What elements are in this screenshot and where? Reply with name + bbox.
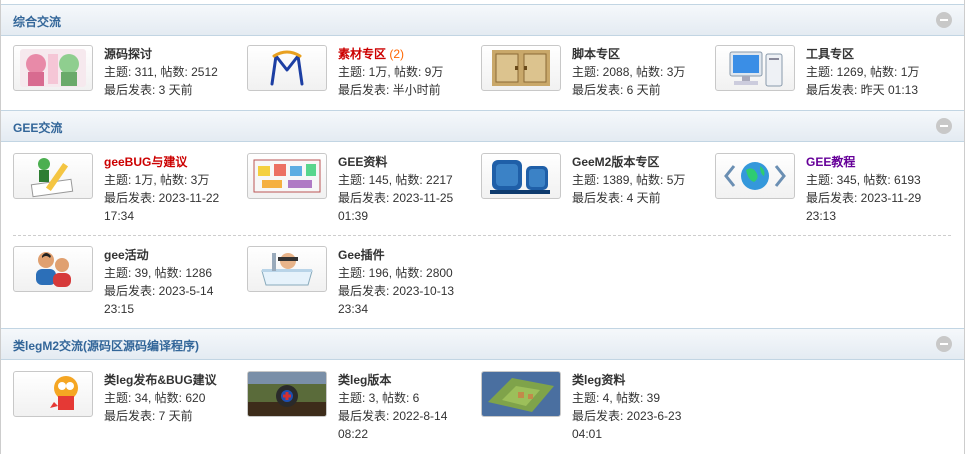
forum-item: GEE资料 主题: 145, 帖数: 2217 最后发表: 2023-11-25… [235, 153, 465, 231]
users-thumbnail[interactable] [13, 246, 93, 292]
forum-stats: 主题: 39, 帖数: 1286 [104, 266, 213, 280]
last-post-time-clock: 04:01 [572, 427, 603, 441]
forum-item: GEE教程 主题: 345, 帖数: 6193 最后发表: 2023-11-29… [703, 153, 933, 231]
forum-stats: 主题: 1389, 帖数: 5万 [572, 173, 686, 187]
forum-stats: 主题: 311, 帖数: 2512 [104, 65, 218, 79]
forum-stats: 主题: 2088, 帖数: 3万 [572, 65, 686, 79]
last-post-time[interactable]: 最后发表: 2023-10-13 [338, 282, 454, 300]
forum-stats: 主题: 3, 帖数: 6 [338, 391, 420, 405]
forum-stats: 主题: 1万, 帖数: 9万 [338, 65, 444, 79]
forum-stats: 主题: 1269, 帖数: 1万 [806, 65, 920, 79]
last-post-time[interactable]: 最后发表: 2023-11-22 [104, 189, 219, 207]
forum-item: GeeM2版本专区 主题: 1389, 帖数: 5万 最后发表: 4 天前 [469, 153, 699, 231]
forum-item: 类leg版本 主题: 3, 帖数: 6 最后发表: 2022-8-14 08:2… [235, 371, 465, 449]
collapse-icon[interactable] [936, 336, 952, 352]
last-post-time-clock: 23:13 [806, 209, 837, 223]
computer-thumbnail[interactable] [715, 45, 795, 91]
category-title[interactable]: 综合交流 [13, 13, 61, 30]
last-post-time[interactable]: 最后发表: 4 天前 [572, 189, 685, 207]
forum-name-link[interactable]: GEE资料 [338, 155, 387, 169]
forum-stats: 主题: 145, 帖数: 2217 [338, 173, 453, 187]
last-post-time[interactable]: 最后发表: 2023-6-23 [572, 407, 681, 425]
last-post-time-clock: 23:34 [338, 302, 369, 316]
forum-stats: 主题: 4, 帖数: 39 [572, 391, 661, 405]
forum-name-link[interactable]: GEE教程 [806, 155, 855, 169]
last-post-time[interactable]: 最后发表: 2022-8-14 [338, 407, 447, 425]
forum-name-link[interactable]: 工具专区 [806, 47, 854, 61]
last-post-time[interactable]: 最后发表: 半小时前 [338, 81, 443, 99]
anime-girls-thumbnail[interactable] [13, 45, 93, 91]
last-post-time-clock: 01:39 [338, 209, 369, 223]
last-post-time[interactable]: 最后发表: 昨天 01:13 [806, 81, 919, 99]
last-post-time[interactable]: 最后发表: 2023-11-29 [806, 189, 921, 207]
last-post-time-clock: 08:22 [338, 427, 369, 441]
forum-board: 综合交流 源码探讨 主题: 311, 帖数: 2512 最后发表: 3 天前 素… [0, 0, 965, 454]
category-header-leg: 类legM2交流(源码区源码编译程序) [1, 328, 964, 360]
forum-name-link[interactable]: 类leg发布&BUG建议 [104, 373, 217, 387]
forum-item: gee活动 主题: 39, 帖数: 1286 最后发表: 2023-5-14 2… [1, 246, 231, 324]
last-post-time[interactable]: 最后发表: 6 天前 [572, 81, 685, 99]
last-post-time[interactable]: 最后发表: 2023-11-25 [338, 189, 453, 207]
category-title[interactable]: 类legM2交流(源码区源码编译程序) [13, 337, 199, 354]
forum-item: Gee插件 主题: 196, 帖数: 2800 最后发表: 2023-10-13… [235, 246, 465, 324]
globe-code-thumbnail[interactable] [715, 153, 795, 199]
row-divider [13, 235, 951, 236]
forum-item: geeBUG与建议 主题: 1万, 帖数: 3万 最后发表: 2023-11-2… [1, 153, 231, 231]
last-post-time[interactable]: 最后发表: 2023-5-14 [104, 282, 213, 300]
cabinet-thumbnail[interactable] [481, 45, 561, 91]
forum-stats: 主题: 345, 帖数: 6193 [806, 173, 921, 187]
collapse-icon[interactable] [936, 118, 952, 134]
bathtub-thumbnail[interactable] [247, 246, 327, 292]
game-map-thumbnail[interactable] [481, 371, 561, 417]
forum-stats: 主题: 1万, 帖数: 3万 [104, 173, 210, 187]
last-post-time-clock: 17:34 [104, 209, 135, 223]
last-post-time[interactable]: 最后发表: 7 天前 [104, 407, 217, 425]
forum-item: 类leg发布&BUG建议 主题: 34, 帖数: 620 最后发表: 7 天前 [1, 371, 231, 449]
collapse-icon[interactable] [936, 12, 952, 28]
category-title[interactable]: GEE交流 [13, 119, 62, 136]
forum-name-link[interactable]: geeBUG与建议 [104, 155, 187, 169]
forum-stats: 主题: 34, 帖数: 620 [104, 391, 206, 405]
today-post-count: (2) [389, 47, 405, 61]
m-logo-thumbnail[interactable] [247, 45, 327, 91]
forum-name-link[interactable]: 脚本专区 [572, 47, 620, 61]
category-header-gee: GEE交流 [1, 110, 964, 142]
forum-name-link[interactable]: gee活动 [104, 248, 149, 262]
last-post-time-clock: 23:15 [104, 302, 135, 316]
forum-item: 类leg资料 主题: 4, 帖数: 39 最后发表: 2023-6-23 04:… [469, 371, 699, 449]
board-notes-thumbnail[interactable] [247, 153, 327, 199]
chat-bubble-thumbnail[interactable] [13, 371, 93, 417]
forum-name-link[interactable]: GeeM2版本专区 [572, 155, 659, 169]
pencil-note-thumbnail[interactable] [13, 153, 93, 199]
forum-name-link[interactable]: Gee插件 [338, 248, 385, 262]
game-scene-thumbnail[interactable] [247, 371, 327, 417]
forum-name-link[interactable]: 类leg版本 [338, 373, 391, 387]
forum-name-link[interactable]: 类leg资料 [572, 373, 625, 387]
category-header-general: 综合交流 [1, 4, 964, 36]
last-post-time[interactable]: 最后发表: 3 天前 [104, 81, 218, 99]
forum-name-link[interactable]: 源码探讨 [104, 47, 152, 61]
server-thumbnail[interactable] [481, 153, 561, 199]
forum-name-link[interactable]: 素材专区 [338, 47, 386, 61]
forum-stats: 主题: 196, 帖数: 2800 [338, 266, 453, 280]
